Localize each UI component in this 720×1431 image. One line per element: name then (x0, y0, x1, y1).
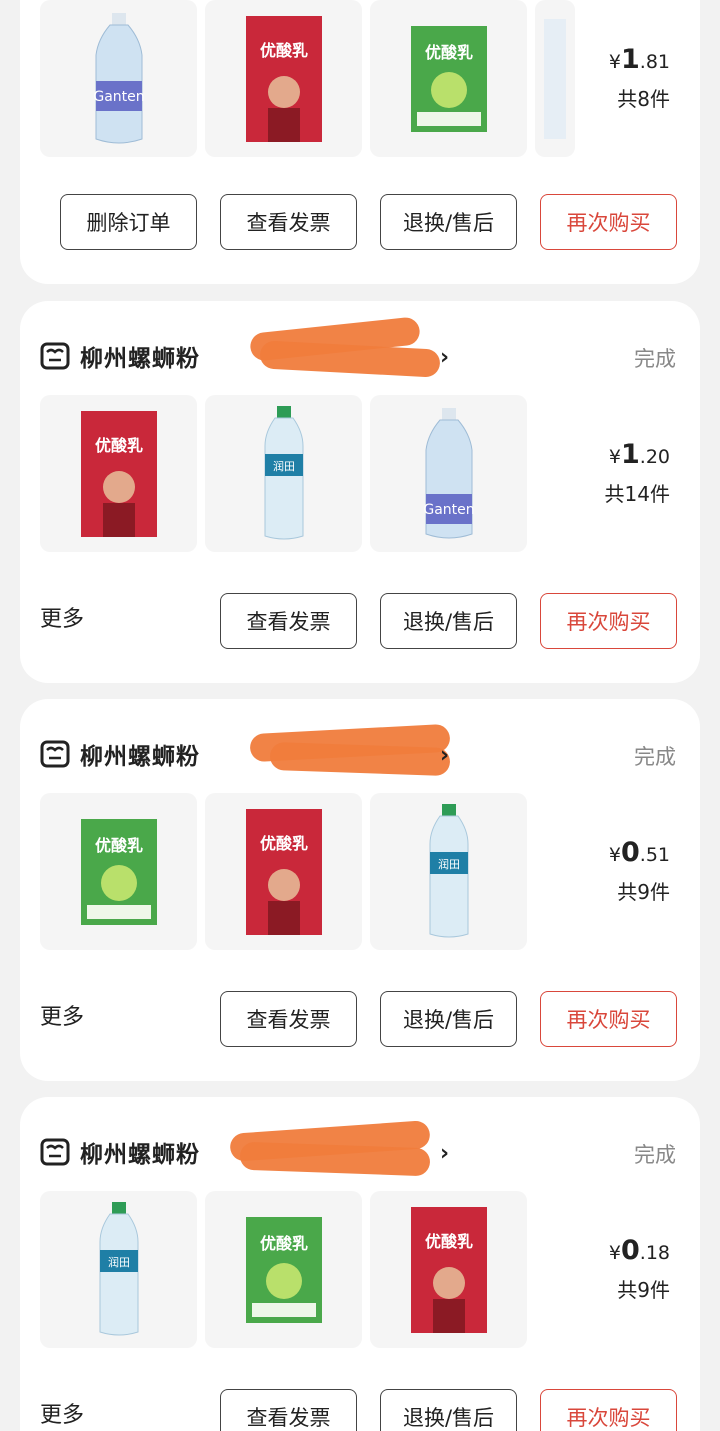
yogurt-apple-image: 优酸乳 (410, 25, 487, 132)
view-invoice-button[interactable]: 查看发票 (220, 194, 357, 250)
product-thumbnail-runtian-water[interactable]: 润田 (40, 1191, 197, 1348)
order-card[interactable]: Ganten 优酸乳 优酸乳 ¥1.81 共8件 删除订单 查看发票 退换/售后… (20, 0, 700, 284)
product-thumbnail-partial[interactable] (535, 0, 575, 157)
item-count: 共8件 (617, 87, 670, 111)
water-bottle-image: 润田 (429, 803, 468, 937)
water-bottle-image: Ganten (93, 12, 144, 143)
product-thumbnail-ganten-water[interactable]: Ganten (370, 395, 527, 552)
product-thumbnails[interactable]: 优酸乳 润田 Ganten (40, 395, 535, 552)
order-card[interactable]: 柳州螺蛳粉 › 完成 优酸乳 优酸乳 润田 ¥0.51 共9件 更多 查看发票 … (20, 699, 700, 1081)
shop-header[interactable]: 柳州螺蛳粉 (40, 739, 200, 770)
return-after-sales-button[interactable]: 退换/售后 (380, 194, 517, 250)
svg-text:Ganten: Ganten (423, 502, 474, 518)
store-icon (40, 1138, 70, 1166)
svg-text:润田: 润田 (108, 1255, 130, 1269)
svg-text:优酸乳: 优酸乳 (259, 834, 307, 853)
shop-name: 柳州螺蛳粉 (80, 346, 200, 372)
order-price: ¥1.20 共14件 (604, 439, 670, 506)
store-icon (40, 740, 70, 768)
svg-text:润田: 润田 (438, 857, 460, 871)
yogurt-strawberry-image: 优酸乳 (80, 410, 157, 537)
order-status: 完成 (634, 745, 676, 769)
yogurt-strawberry-image: 优酸乳 (410, 1206, 487, 1333)
water-bottle-image (544, 18, 566, 139)
order-price: ¥0.51 共9件 (608, 837, 670, 904)
order-card[interactable]: 柳州螺蛳粉 › 完成 润田 优酸乳 优酸乳 ¥0.18 共9件 更多 查看发票 … (20, 1097, 700, 1431)
chevron-right-icon[interactable]: › (440, 345, 449, 370)
svg-text:优酸乳: 优酸乳 (424, 43, 472, 62)
product-thumbnail-yogurt-strawberry[interactable]: 优酸乳 (205, 0, 362, 157)
item-count: 共9件 (617, 880, 670, 904)
return-after-sales-button[interactable]: 退换/售后 (380, 593, 517, 649)
shop-name: 柳州螺蛳粉 (80, 1142, 200, 1168)
product-thumbnails[interactable]: 润田 优酸乳 优酸乳 (40, 1191, 535, 1348)
buy-again-button[interactable]: 再次购买 (540, 593, 677, 649)
svg-text:优酸乳: 优酸乳 (94, 836, 142, 855)
view-invoice-button[interactable]: 查看发票 (220, 593, 357, 649)
redaction-mark (259, 340, 441, 378)
product-thumbnail-ganten-water[interactable]: Ganten (40, 0, 197, 157)
product-thumbnail-runtian-water[interactable]: 润田 (205, 395, 362, 552)
more-link[interactable]: 更多 (40, 601, 84, 633)
order-card[interactable]: 柳州螺蛳粉 › 完成 优酸乳 润田 Ganten ¥1.20 共14件 更多 查… (20, 301, 700, 683)
buy-again-button[interactable]: 再次购买 (540, 1389, 677, 1431)
product-thumbnail-yogurt-strawberry[interactable]: 优酸乳 (370, 1191, 527, 1348)
svg-text:Ganten: Ganten (93, 89, 144, 105)
view-invoice-button[interactable]: 查看发票 (220, 1389, 357, 1431)
product-thumbnails[interactable]: Ganten 优酸乳 优酸乳 (40, 0, 583, 157)
water-bottle-image: Ganten (423, 407, 474, 538)
chevron-right-icon[interactable]: › (440, 743, 449, 768)
buy-again-button[interactable]: 再次购买 (540, 194, 677, 250)
item-count: 共14件 (604, 482, 670, 506)
product-thumbnail-yogurt-apple[interactable]: 优酸乳 (40, 793, 197, 950)
redaction-mark (239, 1141, 431, 1177)
product-thumbnail-yogurt-strawberry[interactable]: 优酸乳 (40, 395, 197, 552)
product-thumbnail-yogurt-apple[interactable]: 优酸乳 (370, 0, 527, 157)
order-status: 完成 (634, 347, 676, 371)
yogurt-apple-image: 优酸乳 (80, 818, 157, 925)
svg-text:优酸乳: 优酸乳 (259, 41, 307, 60)
shop-header[interactable]: 柳州螺蛳粉 (40, 1137, 200, 1168)
svg-text:润田: 润田 (273, 459, 295, 473)
order-status: 完成 (634, 1143, 676, 1167)
product-thumbnail-yogurt-strawberry[interactable]: 优酸乳 (205, 793, 362, 950)
order-price: ¥0.18 共9件 (608, 1235, 670, 1302)
store-icon (40, 342, 70, 370)
more-link[interactable]: 更多 (40, 1397, 84, 1429)
return-after-sales-button[interactable]: 退换/售后 (380, 991, 517, 1047)
item-count: 共9件 (617, 1278, 670, 1302)
yogurt-apple-image: 优酸乳 (245, 1216, 322, 1323)
svg-text:优酸乳: 优酸乳 (424, 1232, 472, 1251)
yogurt-strawberry-image: 优酸乳 (245, 15, 322, 142)
chevron-right-icon[interactable]: › (440, 1141, 449, 1166)
view-invoice-button[interactable]: 查看发票 (220, 991, 357, 1047)
product-thumbnails[interactable]: 优酸乳 优酸乳 润田 (40, 793, 535, 950)
product-thumbnail-yogurt-apple[interactable]: 优酸乳 (205, 1191, 362, 1348)
yogurt-strawberry-image: 优酸乳 (245, 808, 322, 935)
delete-order-button[interactable]: 删除订单 (60, 194, 197, 250)
svg-text:优酸乳: 优酸乳 (259, 1234, 307, 1253)
order-price: ¥1.81 共8件 (608, 44, 670, 111)
more-link[interactable]: 更多 (40, 999, 84, 1031)
return-after-sales-button[interactable]: 退换/售后 (380, 1389, 517, 1431)
svg-text:优酸乳: 优酸乳 (94, 436, 142, 455)
buy-again-button[interactable]: 再次购买 (540, 991, 677, 1047)
water-bottle-image: 润田 (99, 1201, 138, 1335)
redaction-mark (269, 741, 451, 777)
shop-header[interactable]: 柳州螺蛳粉 (40, 341, 200, 372)
water-bottle-image: 润田 (264, 405, 303, 539)
shop-name: 柳州螺蛳粉 (80, 744, 200, 770)
product-thumbnail-runtian-water[interactable]: 润田 (370, 793, 527, 950)
